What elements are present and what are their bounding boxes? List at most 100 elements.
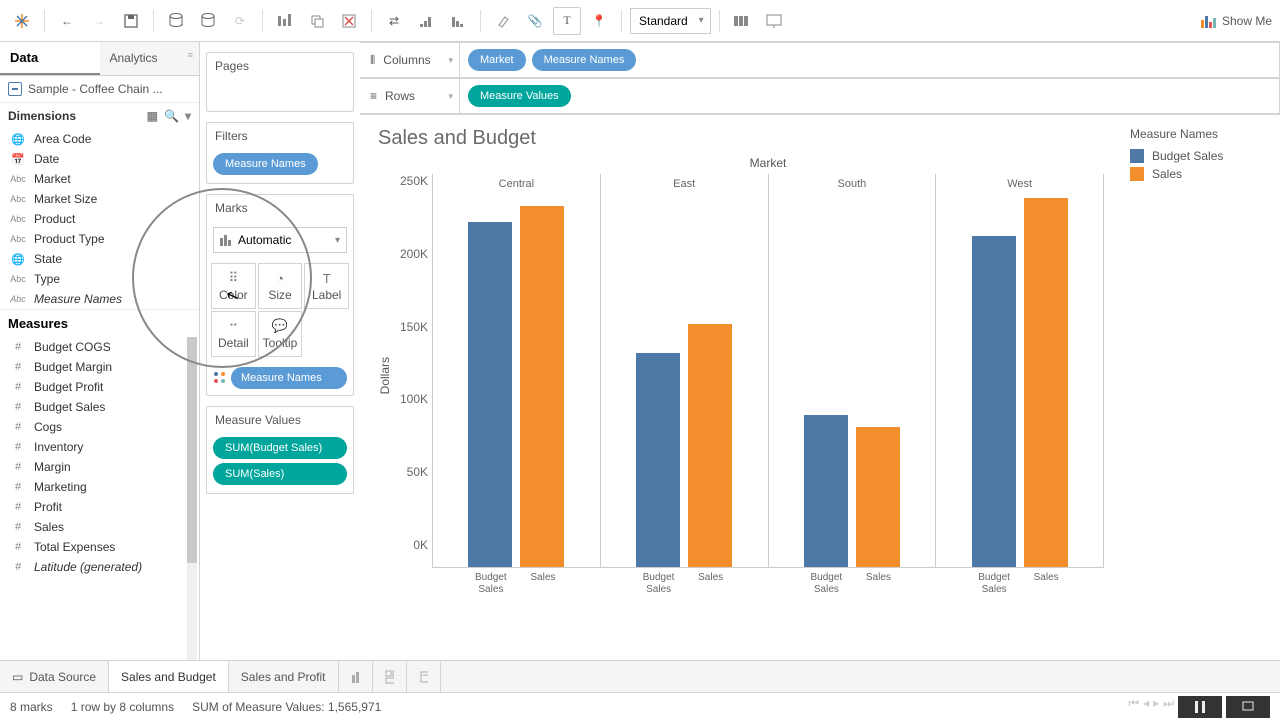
sort-desc-icon[interactable] xyxy=(444,7,472,35)
presentation-icon[interactable] xyxy=(760,7,788,35)
tab-sales-profit[interactable]: Sales and Profit xyxy=(229,661,339,692)
abc-icon: Abc xyxy=(10,194,26,204)
filters-card[interactable]: Filters Measure Names xyxy=(206,122,354,184)
measure-marketing[interactable]: #Marketing xyxy=(0,477,199,497)
view-icon[interactable]: ▦ xyxy=(147,109,158,123)
group-icon[interactable]: 📎 xyxy=(521,7,549,35)
dimension-state[interactable]: 🌐State xyxy=(0,249,199,269)
pin-icon[interactable]: 📍 xyxy=(585,7,613,35)
show-me-button[interactable]: Show Me xyxy=(1200,13,1272,29)
pause-updates-icon[interactable] xyxy=(194,7,222,35)
menu-icon[interactable]: ▾ xyxy=(185,109,191,123)
bar-central-budget-sales[interactable] xyxy=(468,222,512,567)
dimension-product-type[interactable]: AbcProduct Type xyxy=(0,229,199,249)
bar-south-sales[interactable] xyxy=(856,427,900,567)
legend-item-budget-sales[interactable]: Budget Sales xyxy=(1130,149,1270,163)
measure-total-expenses[interactable]: #Total Expenses xyxy=(0,537,199,557)
rows-shelf-label[interactable]: ≡Rows xyxy=(360,78,460,114)
nav-next-icon[interactable]: ▸ xyxy=(1153,696,1159,718)
marks-label-button[interactable]: TLabel xyxy=(304,263,349,309)
scrollbar-thumb[interactable] xyxy=(187,337,197,563)
measure-margin[interactable]: #Margin xyxy=(0,457,199,477)
marks-pill-measurenames[interactable]: Measure Names xyxy=(231,367,347,389)
xlabel: Sales xyxy=(856,572,900,596)
logo-icon[interactable] xyxy=(8,7,36,35)
marks-detail-button[interactable]: ⠒Detail xyxy=(211,311,256,357)
search-icon[interactable]: 🔍 xyxy=(164,109,179,123)
filmstrip-button[interactable] xyxy=(1178,696,1222,718)
marks-color-button[interactable]: ⠿Color xyxy=(211,263,256,309)
duplicate-sheet-icon[interactable] xyxy=(303,7,331,35)
new-worksheet-button[interactable]: + xyxy=(339,661,373,692)
save-icon[interactable] xyxy=(117,7,145,35)
tab-datasource[interactable]: ▭Data Source xyxy=(0,661,109,692)
measure-sales[interactable]: #Sales xyxy=(0,517,199,537)
measure-budget-margin[interactable]: #Budget Margin xyxy=(0,357,199,377)
fit-select[interactable]: Standard xyxy=(630,8,711,34)
color-shelf-icon xyxy=(213,371,227,385)
tab-data[interactable]: Data xyxy=(0,42,100,75)
new-datasource-icon[interactable]: + xyxy=(162,7,190,35)
new-worksheet-icon[interactable] xyxy=(271,7,299,35)
slideshow-button[interactable] xyxy=(1226,696,1270,718)
bar-south-budget-sales[interactable] xyxy=(804,415,848,567)
mv-pill-budget-sales[interactable]: SUM(Budget Sales) xyxy=(213,437,347,459)
bar-central-sales[interactable] xyxy=(520,206,564,567)
swap-icon[interactable]: ⇄ xyxy=(380,7,408,35)
dimension-date[interactable]: 📅Date xyxy=(0,149,199,169)
highlight-icon[interactable] xyxy=(489,7,517,35)
tab-sales-budget[interactable]: Sales and Budget xyxy=(109,661,229,692)
bar-east-sales[interactable] xyxy=(688,324,732,567)
measure-profit[interactable]: #Profit xyxy=(0,497,199,517)
columns-shelf[interactable]: Market Measure Names xyxy=(460,42,1280,78)
y-axis-ticks: 250K200K150K100K50K0K xyxy=(394,156,432,566)
new-dashboard-button[interactable] xyxy=(373,661,407,692)
mv-pill-sales[interactable]: SUM(Sales) xyxy=(213,463,347,485)
rows-shelf[interactable]: Measure Values xyxy=(460,78,1280,114)
number-icon: # xyxy=(10,481,26,493)
tab-analytics[interactable]: Analytics≡ xyxy=(100,42,200,75)
bar-east-budget-sales[interactable] xyxy=(636,353,680,567)
measure-budget-sales[interactable]: #Budget Sales xyxy=(0,397,199,417)
dimension-market[interactable]: AbcMarket xyxy=(0,169,199,189)
market-header-west[interactable]: West xyxy=(936,174,1104,194)
pages-card[interactable]: Pages xyxy=(206,52,354,112)
sort-asc-icon[interactable] xyxy=(412,7,440,35)
dimension-measure-names[interactable]: AbcMeasure Names xyxy=(0,289,199,309)
measure-inventory[interactable]: #Inventory xyxy=(0,437,199,457)
nav-last-icon[interactable]: ⏭ xyxy=(1163,696,1174,718)
market-header-east[interactable]: East xyxy=(601,174,769,194)
bar-west-budget-sales[interactable] xyxy=(972,236,1016,567)
new-story-button[interactable] xyxy=(407,661,441,692)
columns-shelf-label[interactable]: ⦀Columns xyxy=(360,42,460,78)
marks-size-button[interactable]: ◔Size xyxy=(258,263,303,309)
viz-canvas[interactable]: Sales and Budget Dollars 250K200K150K100… xyxy=(360,115,1120,660)
label-icon[interactable]: T xyxy=(553,7,581,35)
clear-sheet-icon[interactable] xyxy=(335,7,363,35)
nav-first-icon[interactable]: ⏮ xyxy=(1128,696,1139,718)
measure-cogs[interactable]: #Cogs xyxy=(0,417,199,437)
dimension-type[interactable]: AbcType xyxy=(0,269,199,289)
row-pill-measurevalues[interactable]: Measure Values xyxy=(468,85,571,107)
back-icon[interactable]: ← xyxy=(53,7,81,35)
datasource-item[interactable]: Sample - Coffee Chain ... xyxy=(0,76,199,103)
filter-pill-measurenames[interactable]: Measure Names xyxy=(213,153,318,175)
bar-west-sales[interactable] xyxy=(1024,198,1068,567)
measure-latitude-generated-[interactable]: #Latitude (generated) xyxy=(0,557,199,577)
dimension-product[interactable]: AbcProduct xyxy=(0,209,199,229)
col-pill-market[interactable]: Market xyxy=(468,49,526,71)
show-cards-icon[interactable] xyxy=(728,7,756,35)
sheet-title[interactable]: Sales and Budget xyxy=(378,127,1104,150)
market-header-south[interactable]: South xyxy=(769,174,937,194)
col-pill-measurenames[interactable]: Measure Names xyxy=(532,49,637,71)
mark-type-select[interactable]: Automatic xyxy=(213,227,347,253)
dimension-market-size[interactable]: AbcMarket Size xyxy=(0,189,199,209)
measure-budget-profit[interactable]: #Budget Profit xyxy=(0,377,199,397)
dimension-area-code[interactable]: 🌐Area Code xyxy=(0,129,199,149)
marks-tooltip-button[interactable]: 💬Tooltip xyxy=(258,311,303,357)
color-legend[interactable]: Measure Names Budget Sales Sales xyxy=(1120,115,1280,660)
market-header-central[interactable]: Central xyxy=(433,174,601,194)
nav-prev-icon[interactable]: ◂ xyxy=(1143,696,1149,718)
legend-item-sales[interactable]: Sales xyxy=(1130,167,1270,181)
measure-budget-cogs[interactable]: #Budget COGS xyxy=(0,337,199,357)
